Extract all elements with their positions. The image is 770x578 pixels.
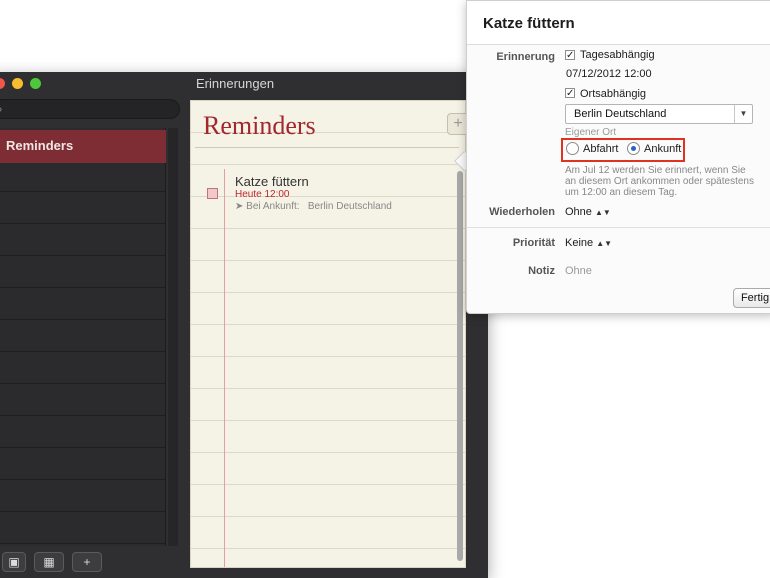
search-icon: ⌕ (0, 102, 3, 117)
radio-selected-dot (631, 146, 636, 151)
calendar-grid-icon: ▦ (43, 555, 55, 569)
sidebar-item-label: Reminders (6, 138, 74, 153)
screen: Erinnerungen ⌕ Reminders ▣ ▦ + Reminders (0, 0, 770, 578)
show-calendar-toggle-button[interactable]: ▣ (2, 552, 26, 572)
arriving-radio[interactable] (627, 142, 640, 155)
leaving-label: Abfahrt (583, 143, 619, 155)
priority-value: Keine (565, 237, 594, 249)
reminder-hint-text: Am Jul 12 werden Sie erinnert, wenn Sie … (565, 165, 754, 198)
note-field[interactable]: Ohne (565, 265, 592, 277)
reminder-details-popover: Katze füttern Erinnerung ✓ Tagesabhängig… (466, 0, 770, 314)
plus-icon: + (83, 555, 91, 569)
stepper-arrows-icon: ▲▼ (594, 208, 611, 217)
plus-icon: + (453, 115, 463, 132)
reminders-window: Erinnerungen ⌕ Reminders ▣ ▦ + Reminders (0, 72, 488, 578)
arriving-label: Ankunft (644, 143, 682, 155)
reminder-due: Heute 12:00 (235, 189, 290, 200)
title-divider (195, 147, 459, 148)
popover-header: Katze füttern (467, 1, 770, 45)
sidebar-item-reminders[interactable]: Reminders (0, 130, 166, 163)
location-select[interactable]: Berlin Deutschland ▼ (565, 104, 753, 124)
repeat-value: Ohne (565, 206, 592, 218)
note-label: Notiz (528, 265, 555, 277)
at-location-label: Ortsabhängig (580, 88, 647, 100)
bottom-toolbar: ▣ ▦ + (0, 548, 190, 578)
add-list-button[interactable]: + (72, 552, 102, 572)
repeat-label: Wiederholen (489, 206, 555, 218)
sidebar-toggle-icon: ▣ (8, 555, 20, 569)
leaving-radio[interactable] (566, 142, 579, 155)
location-select-value: Berlin Deutschland (574, 108, 667, 120)
reminder-checkbox[interactable] (207, 188, 218, 199)
date-time-field[interactable]: 07/12/2012 12:00 (566, 68, 652, 80)
zoom-window-button[interactable] (30, 78, 41, 89)
stepper-arrows-icon: ▲▼ (596, 239, 613, 248)
location-arrow-icon: ➤ (235, 201, 244, 212)
done-button[interactable]: Fertig (733, 288, 770, 308)
reminder-location: ➤ Bei Ankunft: Berlin Deutschland (235, 201, 392, 212)
priority-select[interactable]: Keine ▲▼ (565, 237, 612, 249)
lists-sidebar: Reminders (0, 128, 166, 546)
reminders-list-pane: Reminders + Katze füttern Heute 12:00 ➤ … (190, 100, 469, 568)
at-location-checkbox[interactable]: ✓ (565, 88, 575, 99)
reminder-title[interactable]: Katze füttern (235, 174, 309, 189)
title-bar: Erinnerungen (0, 72, 488, 94)
on-day-label: Tagesabhängig (580, 49, 655, 61)
list-scrollbar[interactable] (457, 171, 463, 561)
window-title: Erinnerungen (196, 76, 275, 91)
calendar-button[interactable]: ▦ (34, 552, 64, 572)
location-prefix: Bei Ankunft: (246, 201, 300, 212)
section-divider (467, 227, 770, 228)
chevron-down-icon: ▼ (734, 105, 752, 123)
close-window-button[interactable] (0, 78, 5, 89)
on-day-checkbox[interactable]: ✓ (565, 50, 575, 61)
remind-label: Erinnerung (496, 51, 555, 63)
paper-margin-line (224, 169, 225, 567)
popover-title[interactable]: Katze füttern (483, 15, 575, 32)
location-name: Berlin Deutschland (307, 201, 392, 212)
priority-label: Priorität (512, 237, 555, 249)
search-input[interactable]: ⌕ (0, 99, 180, 119)
minimize-window-button[interactable] (12, 78, 23, 89)
list-title: Reminders (203, 111, 316, 140)
custom-location-link[interactable]: Eigener Ort (565, 127, 616, 138)
repeat-select[interactable]: Ohne ▲▼ (565, 206, 611, 218)
sidebar-scrollbar[interactable] (168, 128, 178, 546)
